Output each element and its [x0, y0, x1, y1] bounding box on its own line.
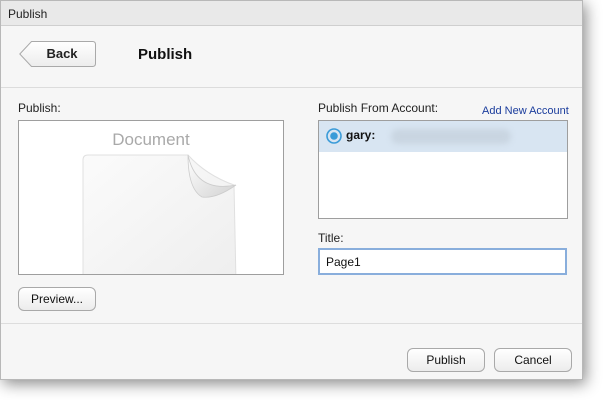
publish-label: Publish: — [18, 101, 61, 115]
account-icon — [326, 128, 342, 144]
page-title: Publish — [138, 46, 193, 63]
window-titlebar: Publish — [1, 1, 582, 26]
window-title: Publish — [8, 7, 48, 21]
publish-button[interactable]: Publish — [407, 348, 485, 372]
document-label: Document — [112, 130, 190, 149]
dialog-header: Back Publish — [1, 26, 582, 88]
account-item-gary[interactable]: gary: — [319, 121, 567, 152]
document-icon — [82, 154, 237, 274]
back-button[interactable]: Back — [19, 41, 96, 67]
cancel-button[interactable]: Cancel — [494, 348, 572, 372]
account-list[interactable]: gary: — [318, 120, 568, 219]
title-label: Title: — [318, 231, 344, 245]
add-new-account-link[interactable]: Add New Account — [482, 105, 569, 117]
account-redacted — [391, 129, 511, 144]
footer-divider — [1, 323, 582, 324]
account-name: gary: — [346, 128, 376, 142]
document-preview: Document — [18, 120, 284, 275]
back-button-label: Back — [46, 46, 78, 61]
account-label: Publish From Account: — [318, 101, 439, 115]
preview-button[interactable]: Preview... — [18, 287, 96, 311]
title-input[interactable] — [318, 248, 567, 275]
publish-dialog: Publish Back Publish Publish: Document P… — [0, 0, 583, 380]
